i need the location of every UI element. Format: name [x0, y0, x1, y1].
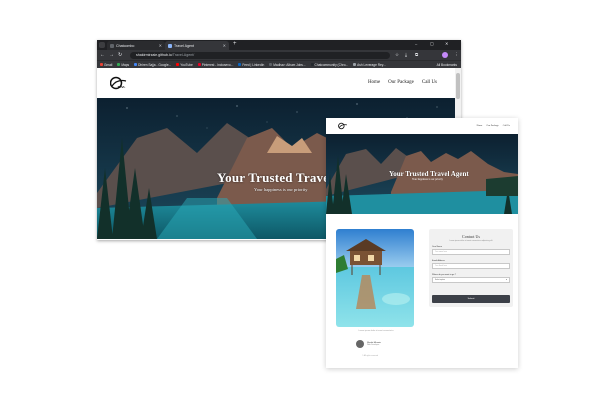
profile-avatar[interactable] — [442, 52, 448, 58]
chevron-down-icon: ▾ — [505, 279, 507, 281]
all-bookmarks-button[interactable]: All Bookmarks — [437, 63, 457, 67]
bookmark-favicon — [353, 63, 357, 66]
author-avatar — [356, 340, 364, 348]
contact-form: Contact Us Lorem ipsum dolor sit amet co… — [429, 229, 513, 307]
nav-call-us[interactable]: Call Us — [422, 80, 437, 85]
form-subtitle: Lorem ipsum dolor sit amet consectetur a… — [449, 240, 493, 242]
site-logo[interactable]: TRVL — [110, 76, 128, 90]
bookmark-label: Ash Leverage Rey... — [357, 62, 386, 67]
email-label: Email Address — [432, 260, 445, 262]
maximize-button[interactable]: ▢ — [430, 41, 434, 46]
bookmarks-bar: Gmail Maps Dhiren Sajja - Google... YouTube… — [97, 60, 461, 68]
bookmark-favicon — [269, 63, 273, 66]
back-button[interactable]: ← — [100, 52, 105, 58]
forward-button[interactable]: → — [109, 52, 114, 58]
destination-select[interactable]: Select option ▾ — [432, 277, 510, 283]
svg-text:TRVL: TRVL — [118, 85, 126, 89]
new-tab-button[interactable]: + — [233, 41, 237, 47]
bookmark-item[interactable]: Ash Leverage Rey... — [353, 63, 386, 67]
extensions-icon[interactable]: ⧉ — [415, 52, 418, 57]
bookmark-item[interactable]: YouTube — [176, 63, 193, 67]
bookmark-item[interactable]: Dhiren Sajja - Google... — [134, 63, 171, 67]
reload-button[interactable]: ↻ — [118, 52, 122, 58]
nav-our-package[interactable]: Our Package — [388, 80, 414, 85]
preview-hero-subtitle: Your happiness is our priority — [412, 178, 443, 181]
bungalow-image — [336, 229, 414, 327]
bookmark-favicon — [176, 63, 180, 66]
author-role: Web Developer — [367, 344, 380, 346]
preview-header: Home Our Package Call Us — [326, 118, 518, 134]
minimize-button[interactable]: – — [415, 41, 417, 46]
browser-toolbar: ← → ↻ shakirmirzaie.github.io/Travel-Age… — [97, 50, 461, 60]
preview-nav-call-us[interactable]: Call Us — [503, 124, 510, 127]
destination-select-value: Select option — [435, 279, 445, 281]
destination-label: Where do you want to go ? — [432, 274, 456, 276]
close-icon[interactable]: ✕ — [223, 43, 226, 48]
nav-home[interactable]: Home — [368, 80, 380, 85]
tab-label: Travel Agent — [174, 43, 195, 48]
download-icon[interactable]: ⤓ — [405, 52, 407, 57]
bookmark-label: Dhiren Sajja - Google... — [138, 62, 172, 67]
photo-caption: Lorem ipsum dolor sit amet consectetur — [358, 330, 394, 332]
url-host: shakirmirzaie.github.io — [136, 53, 172, 57]
url-path: /Travel-Agent/ — [171, 53, 195, 57]
preview-nav: Home Our Package Call Us — [477, 124, 510, 127]
name-label: Your Name — [432, 246, 442, 248]
preview-hero: Your Trusted Travel Agent Your happiness… — [326, 134, 518, 214]
bookmark-favicon — [134, 63, 138, 66]
form-title: Contact Us — [462, 234, 480, 239]
copyright: © All rights reserved — [362, 355, 379, 357]
bookmark-item[interactable]: Gmail — [100, 63, 112, 67]
tab-favicon — [110, 43, 114, 48]
bookmark-favicon — [310, 63, 314, 66]
email-field[interactable]: Your Email here — [432, 263, 510, 269]
menu-icon[interactable]: ⋮ — [454, 52, 459, 58]
bookmark-label: Gmail — [104, 62, 113, 67]
bookmark-favicon — [100, 63, 103, 66]
bookmark-favicon — [197, 63, 201, 66]
tab-chatcombo[interactable]: Chatcombo ✕ — [107, 41, 165, 50]
bookmark-favicon — [117, 63, 121, 66]
bookmark-item[interactable]: Pinterest - Inclusevo... — [197, 62, 234, 67]
preview-nav-our-package[interactable]: Our Package — [486, 124, 498, 127]
tab-favicon — [168, 43, 172, 48]
full-page-preview: Home Our Package Call Us Your Trusted Tr… — [326, 118, 518, 368]
bookmark-label: Maps — [121, 62, 130, 67]
preview-hero-title: Your Trusted Travel Agent — [389, 170, 469, 178]
bookmark-item[interactable]: Madhav: Album Jobs... — [269, 62, 306, 67]
site-header: TRVL Home Our Package Call Us — [97, 68, 455, 98]
bookmark-star-icon[interactable]: ☆ — [395, 52, 399, 58]
close-icon[interactable]: ✕ — [159, 43, 162, 48]
preview-nav-home[interactable]: Home — [477, 124, 483, 127]
submit-button[interactable]: Submit — [432, 295, 510, 303]
bookmark-label: YouTube — [180, 62, 193, 67]
bookmark-item[interactable]: Chatcommunity (Chro... — [310, 62, 349, 67]
preview-logo — [338, 122, 347, 130]
name-field[interactable]: Your name here — [432, 249, 510, 255]
tab-bar: Chatcombo ✕ Travel Agent ✕ + – ▢ ✕ — [97, 40, 461, 50]
bookmark-item[interactable]: Maps — [117, 63, 129, 67]
address-bar[interactable]: shakirmirzaie.github.io/Travel-Agent/ — [130, 51, 390, 59]
site-nav: Home Our Package Call Us — [368, 80, 437, 85]
bookmark-label: Feed | LinkedIn — [242, 62, 265, 67]
destination-photo — [336, 229, 414, 327]
tab-search-button[interactable] — [99, 42, 105, 48]
tab-label: Chatcombo — [116, 43, 135, 48]
tab-travel-agent[interactable]: Travel Agent ✕ — [165, 41, 229, 50]
bookmark-item[interactable]: Feed | LinkedIn — [238, 63, 264, 67]
bookmark-label: Chatcommunity (Chro... — [314, 62, 349, 67]
bookmark-label: Pinterest - Inclusevo... — [201, 62, 234, 67]
scrollbar-thumb[interactable] — [456, 73, 460, 99]
bookmark-favicon — [238, 63, 242, 66]
author-block: Shakir Mirzaie Web Developer — [356, 340, 381, 348]
bookmark-label: Madhav: Album Jobs... — [273, 62, 306, 67]
close-window-button[interactable]: ✕ — [445, 41, 448, 46]
